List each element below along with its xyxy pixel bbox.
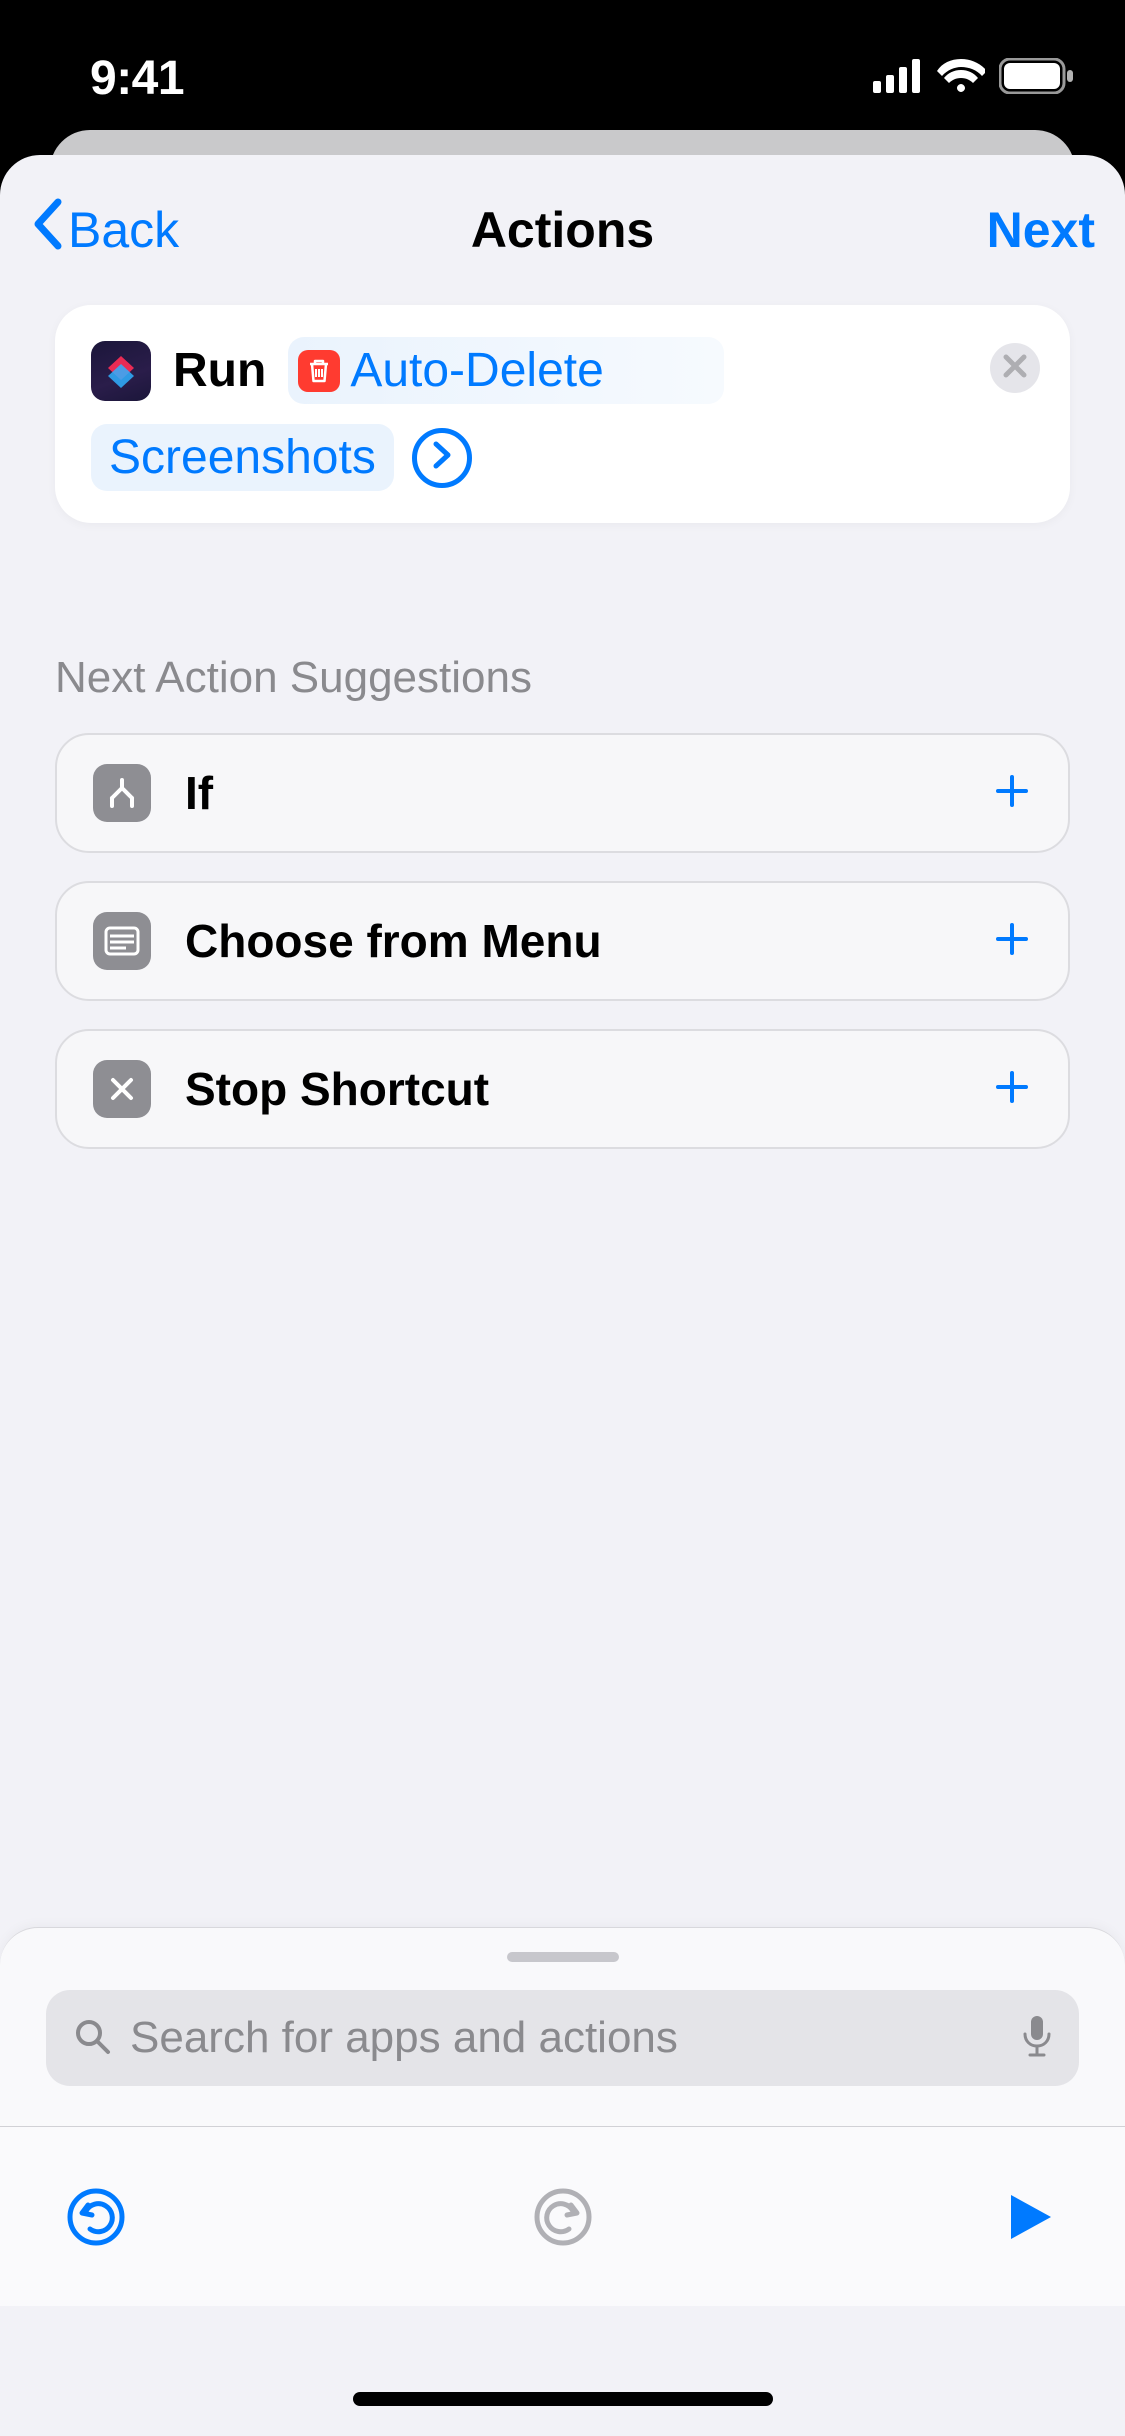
status-bar: 9:41: [0, 0, 1125, 130]
nav-bar: Back Actions Next: [0, 155, 1125, 305]
main-sheet: Back Actions Next Run: [0, 155, 1125, 2436]
close-icon: [1002, 353, 1028, 384]
add-icon[interactable]: [992, 762, 1032, 824]
search-panel[interactable]: Search for apps and actions: [0, 1927, 1125, 2126]
dictation-button[interactable]: [1021, 2014, 1053, 2063]
run-label: Run: [173, 343, 266, 398]
suggestions-header: Next Action Suggestions: [55, 653, 1070, 703]
add-icon[interactable]: [992, 1058, 1032, 1120]
chevron-right-icon: [431, 440, 453, 475]
trash-icon: [298, 350, 340, 392]
add-icon[interactable]: [992, 910, 1032, 972]
screenshots-parameter-token[interactable]: Screenshots: [91, 424, 394, 491]
wifi-icon: [937, 59, 985, 98]
screenshots-label: Screenshots: [109, 431, 376, 484]
show-more-button[interactable]: [412, 428, 472, 488]
run-shortcut-action-card[interactable]: Run Auto-Delete Screenshots: [55, 305, 1070, 523]
search-field[interactable]: Search for apps and actions: [46, 1990, 1079, 2086]
back-button[interactable]: Back: [30, 198, 179, 262]
home-indicator[interactable]: [353, 2392, 773, 2406]
suggestion-label: Stop Shortcut: [185, 1062, 992, 1116]
undo-button[interactable]: [60, 2181, 132, 2253]
bottom-toolbar: [0, 2126, 1125, 2306]
back-label: Back: [68, 201, 179, 259]
redo-button[interactable]: [527, 2181, 599, 2253]
search-placeholder: Search for apps and actions: [130, 2013, 1003, 2063]
shortcut-parameter-token[interactable]: Auto-Delete: [288, 337, 723, 404]
cellular-icon: [873, 59, 923, 98]
remove-action-button[interactable]: [990, 343, 1040, 393]
x-icon: [93, 1060, 151, 1118]
search-icon: [72, 2016, 112, 2061]
branch-icon: [93, 764, 151, 822]
suggestion-if[interactable]: If: [55, 733, 1070, 853]
suggestion-label: Choose from Menu: [185, 914, 992, 968]
run-button[interactable]: [993, 2181, 1065, 2253]
suggestion-label: If: [185, 766, 992, 820]
status-time: 9:41: [90, 51, 184, 106]
menu-icon: [93, 912, 151, 970]
status-indicators: [873, 58, 1075, 99]
battery-icon: [999, 58, 1075, 99]
drag-handle[interactable]: [507, 1952, 619, 1962]
shortcut-name-text: Auto-Delete: [350, 343, 603, 398]
shortcuts-app-icon: [91, 341, 151, 401]
chevron-left-icon: [30, 198, 62, 262]
suggestion-stop-shortcut[interactable]: Stop Shortcut: [55, 1029, 1070, 1149]
suggestion-choose-from-menu[interactable]: Choose from Menu: [55, 881, 1070, 1001]
next-button[interactable]: Next: [987, 201, 1095, 259]
